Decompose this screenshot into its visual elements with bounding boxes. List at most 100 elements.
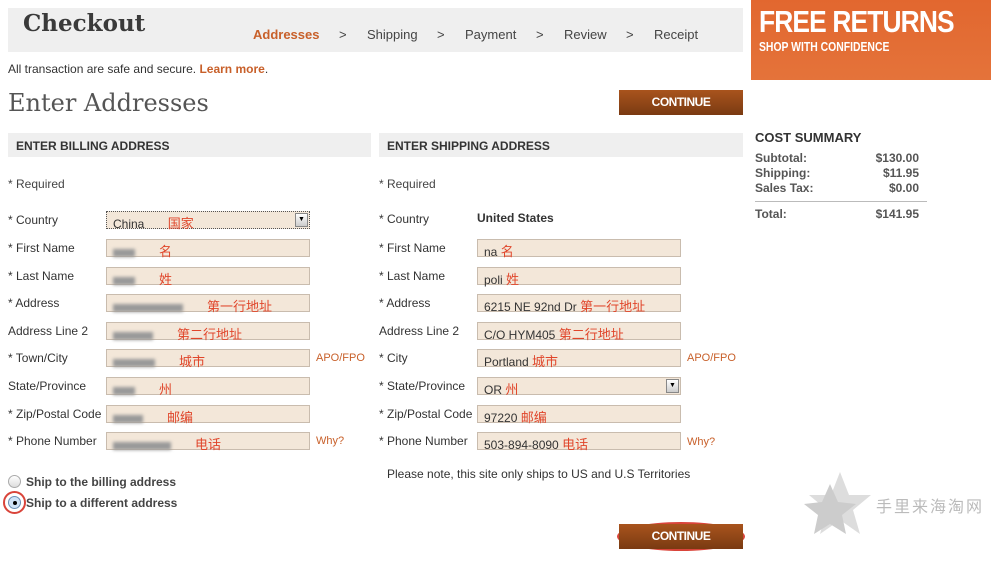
step-payment[interactable]: Payment (465, 27, 516, 42)
billing-field-label: * Phone Number (8, 434, 97, 448)
billing-field-label: * Zip/Postal Code (8, 407, 102, 421)
field-value: poli (484, 273, 503, 287)
annotation: 第一行地址 (580, 299, 646, 314)
security-text: All transaction are safe and secure. (8, 62, 197, 76)
step-receipt[interactable]: Receipt (654, 27, 698, 42)
billing-field-input[interactable]: 城市 (106, 349, 310, 369)
ship-billing-label[interactable]: Ship to the billing address (26, 475, 176, 489)
billing-field-label: Address Line 2 (8, 324, 89, 338)
ship-different-radio[interactable] (8, 496, 21, 509)
billing-country-value: China (113, 217, 145, 231)
field-value: Portland (484, 355, 529, 369)
step-review[interactable]: Review (564, 27, 607, 42)
continue-checkout-button-bottom[interactable]: CONTINUE CHECKOUT (619, 524, 743, 568)
shipping-field-input[interactable]: 503-894-8090 电话 (477, 432, 681, 452)
billing-field-label: * Town/City (8, 351, 68, 365)
ship-billing-radio[interactable] (8, 475, 21, 488)
dropdown-arrow-icon[interactable]: ▼ (666, 379, 679, 393)
billing-field-input[interactable]: 电话 (106, 432, 310, 452)
redacted-value (113, 441, 171, 450)
annotation: 名 (159, 244, 173, 259)
step-shipping[interactable]: Shipping (367, 27, 418, 42)
annotation: 城市 (179, 354, 206, 369)
watermark-star-icon (804, 472, 871, 534)
shipping-heading: ENTER SHIPPING ADDRESS (379, 133, 743, 157)
billing-field-input[interactable]: 第二行地址 (106, 322, 310, 342)
total-label: Total: (755, 207, 787, 221)
annotation: 姓 (159, 272, 173, 287)
shipping-field-input[interactable]: na 名 (477, 239, 681, 259)
shipping-field-label: * State/Province (379, 379, 466, 393)
billing-field-label: State/Province (8, 379, 87, 393)
shipping-field-input[interactable]: Portland 城市 (477, 349, 681, 369)
cost-row: Sales Tax: $0.00 (755, 181, 927, 196)
redacted-value (113, 386, 135, 395)
divider (755, 201, 927, 202)
shipping-field-input[interactable]: 97220 邮编 (477, 405, 681, 425)
shipping-why-link[interactable]: Why? (687, 436, 715, 448)
billing-field-label: * Country (8, 213, 59, 227)
field-value: na (484, 245, 498, 259)
redacted-value (113, 331, 153, 340)
ship-different-label[interactable]: Ship to a different address (26, 496, 177, 510)
shipping-field-input[interactable]: OR 州 ▼ (477, 377, 681, 397)
billing-field-input[interactable]: 姓 (106, 267, 310, 287)
field-value: 6215 NE 92nd Dr (484, 300, 577, 314)
billing-field-input[interactable]: 州 (106, 377, 310, 397)
billing-field-label: * Address (8, 296, 60, 310)
field-value: 503-894-8090 (484, 438, 559, 452)
page-title: Enter Addresses (8, 89, 209, 117)
cost-label: Subtotal: (755, 151, 807, 165)
shipping-apo-link[interactable]: APO/FPO (687, 352, 736, 364)
shipping-field-input[interactable]: 6215 NE 92nd Dr 第一行地址 (477, 294, 681, 314)
shipping-field-input[interactable]: C/O HYM405 第二行地址 (477, 322, 681, 342)
redacted-value (113, 276, 135, 285)
total-value: $141.95 (875, 207, 919, 221)
cost-summary-title: COST SUMMARY (755, 130, 862, 145)
annotation: 姓 (506, 272, 520, 287)
step-addresses[interactable]: Addresses (253, 27, 319, 42)
billing-apo-link[interactable]: APO/FPO (316, 352, 365, 364)
annotation: 第一行地址 (207, 299, 273, 314)
billing-field-input[interactable]: 第一行地址 (106, 294, 310, 314)
cost-total-row: Total: $141.95 (755, 207, 927, 222)
field-value: 97220 (484, 411, 518, 425)
annotation: 城市 (532, 354, 559, 369)
step-separator: > (536, 27, 544, 42)
cost-label: Shipping: (755, 166, 811, 180)
redacted-value (113, 248, 135, 257)
billing-field-input[interactable]: 名 (106, 239, 310, 259)
annotation: 邮编 (167, 410, 194, 425)
banner-subtitle: SHOP WITH CONFIDENCE (759, 39, 890, 54)
billing-field-input[interactable]: China 国家 ▼ (106, 211, 310, 231)
step-separator: > (437, 27, 445, 42)
cost-label: Sales Tax: (755, 181, 814, 195)
billing-required-note: * Required (8, 177, 65, 191)
free-returns-banner[interactable]: FREE RETURNS SHOP WITH CONFIDENCE (751, 0, 991, 80)
shipping-field-input[interactable]: poli 姓 (477, 267, 681, 287)
learn-more-link[interactable]: Learn more (199, 62, 264, 76)
redacted-value (113, 358, 155, 367)
security-note: All transaction are safe and secure. Lea… (8, 62, 268, 76)
billing-why-link[interactable]: Why? (316, 435, 344, 447)
annotation: 电话 (562, 437, 589, 452)
cost-value: $11.95 (882, 166, 919, 180)
step-separator: > (626, 27, 634, 42)
cost-row: Shipping: $11.95 (755, 166, 927, 181)
step-separator: > (339, 27, 347, 42)
billing-field-input[interactable]: 邮编 (106, 405, 310, 425)
shipping-country-label: * Country (379, 212, 430, 226)
annotation: 州 (159, 382, 173, 397)
shipping-field-label: * City (379, 351, 408, 365)
annotation: 电话 (195, 437, 222, 452)
cost-summary: COST SUMMARY Subtotal: $130.00 Shipping: $… (755, 130, 927, 222)
annotation: 第二行地址 (177, 327, 243, 342)
shipping-required-note: * Required (379, 177, 436, 191)
shipping-field-label: * Phone Number (379, 434, 468, 448)
shipping-country-value: United States (477, 211, 554, 225)
dropdown-arrow-icon[interactable]: ▼ (295, 213, 308, 227)
continue-checkout-button-top[interactable]: CONTINUE CHECKOUT (619, 90, 743, 134)
page-header-title: Checkout (23, 10, 146, 37)
shipping-field-label: * First Name (379, 241, 446, 255)
redacted-value (113, 303, 183, 312)
